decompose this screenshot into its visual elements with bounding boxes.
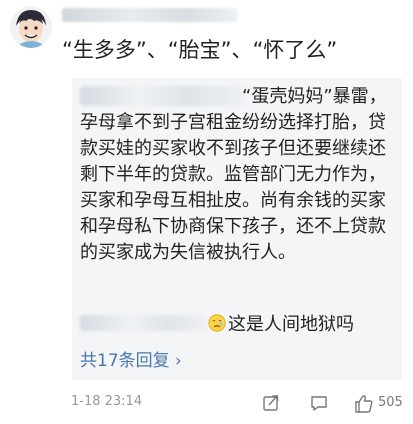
comment-icon[interactable] (310, 394, 328, 412)
timestamp: 1-18 23:14 (71, 394, 143, 409)
sad-face-emoji-icon (208, 314, 226, 332)
reply-text: “蛋壳妈妈”暴雷，孕母拿不到子宫租金纷纷选择打胎，贷款买娃的买家收不到孩子但还要… (80, 86, 387, 263)
reply-box[interactable]: “蛋壳妈妈”暴雷，孕母拿不到子宫租金纷纷选择打胎，贷款买娃的买家收不到孩子但还要… (72, 78, 402, 380)
sub-reply-author-blurred[interactable] (80, 315, 206, 331)
comment-footer: 1-18 23:14 505 (0, 394, 413, 416)
like-count: 505 (378, 395, 403, 410)
avatar-icon (10, 6, 52, 48)
sub-reply-text: 这是人间地狱吗 (228, 314, 354, 335)
username-blurred[interactable] (62, 8, 238, 22)
sub-reply[interactable]: 这是人间地狱吗 (80, 312, 354, 335)
share-icon[interactable] (262, 394, 280, 412)
comment-text: “生多多”、“胎宝”、“怀了么” (62, 38, 338, 62)
like-icon[interactable] (354, 394, 374, 413)
avatar[interactable] (10, 6, 52, 48)
view-replies-link[interactable]: 共17条回复 › (80, 346, 182, 371)
